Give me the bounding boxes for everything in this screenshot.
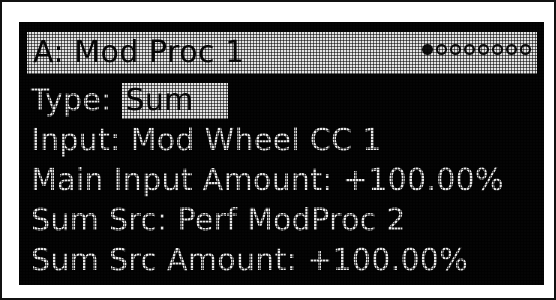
title-bar: A: Mod Proc 1 [27, 32, 537, 74]
page-dot-icon [520, 44, 531, 55]
page-dot-icon [436, 44, 447, 55]
page-dot-icon [450, 44, 461, 55]
page-dot-icon [422, 44, 433, 55]
param-label: Sum Src: [31, 203, 168, 238]
page-title: A: Mod Proc 1 [33, 35, 245, 70]
param-label: Main Input Amount: [31, 163, 333, 198]
input-value[interactable]: Mod Wheel CC 1 [131, 123, 382, 158]
page-dot-icon [464, 44, 475, 55]
param-label: Input: [31, 123, 121, 158]
sum-src-amount-value[interactable]: +100.00% [307, 243, 468, 278]
page-dot-icon [506, 44, 517, 55]
param-row-sum-src-amount[interactable]: Sum Src Amount: +100.00% [31, 242, 468, 280]
param-row-input[interactable]: Input: Mod Wheel CC 1 [31, 122, 382, 160]
type-value-selected[interactable]: Sum [121, 83, 228, 119]
device-bezel: A: Mod Proc 1 Type: Sum Input: Mod Wheel C… [0, 0, 556, 300]
page-dot-icon [478, 44, 489, 55]
param-label: Type: [31, 83, 112, 118]
sum-src-value[interactable]: Perf ModProc 2 [178, 203, 406, 238]
param-row-type[interactable]: Type: Sum [31, 82, 228, 120]
lcd-screen: A: Mod Proc 1 Type: Sum Input: Mod Wheel C… [19, 22, 544, 285]
param-label: Sum Src Amount: [31, 243, 298, 278]
page-dot-icon [492, 44, 503, 55]
param-row-sum-src[interactable]: Sum Src: Perf ModProc 2 [31, 202, 406, 240]
page-indicator [422, 44, 531, 55]
param-row-main-input-amount[interactable]: Main Input Amount: +100.00% [31, 162, 504, 200]
main-input-amount-value[interactable]: +100.00% [343, 163, 504, 198]
